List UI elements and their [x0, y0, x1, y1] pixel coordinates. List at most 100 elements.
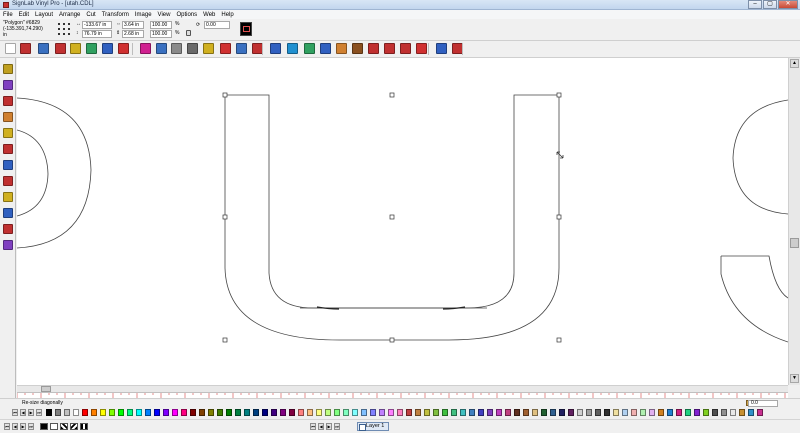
rotation-field[interactable]: 0.00: [204, 21, 230, 29]
color-swatch[interactable]: [505, 409, 511, 416]
left-tool-icon[interactable]: [3, 64, 13, 74]
color-swatch[interactable]: [64, 409, 70, 416]
minimize-button[interactable]: –: [748, 0, 762, 9]
color-swatch[interactable]: [379, 409, 385, 416]
lock-proportions-icon[interactable]: [186, 30, 191, 36]
color-swatch[interactable]: [118, 409, 124, 416]
toolbar-tool-icon[interactable]: [220, 43, 231, 54]
toolbar-tool-icon[interactable]: [140, 43, 151, 54]
left-tool-icon[interactable]: [3, 144, 13, 154]
scroll-up-arrow[interactable]: ▲: [790, 59, 799, 68]
color-swatch[interactable]: [568, 409, 574, 416]
color-swatch[interactable]: [640, 409, 646, 416]
color-swatch[interactable]: [280, 409, 286, 416]
color-swatch[interactable]: [694, 409, 700, 416]
color-swatch[interactable]: [82, 409, 88, 416]
toolbar-tool-icon[interactable]: [102, 43, 113, 54]
color-swatch[interactable]: [550, 409, 556, 416]
height-field[interactable]: 2.68 in: [122, 30, 144, 38]
color-swatch[interactable]: [433, 409, 439, 416]
menu-arrange[interactable]: Arrange: [59, 12, 80, 18]
palette-first-button[interactable]: ⏮: [12, 409, 18, 416]
color-swatch[interactable]: [577, 409, 583, 416]
toolbar-tool-icon[interactable]: [70, 43, 81, 54]
toolbar-tool-icon[interactable]: [400, 43, 411, 54]
color-swatch[interactable]: [343, 409, 349, 416]
menu-layout[interactable]: Layout: [35, 12, 53, 18]
anchor-point-grid[interactable]: [56, 21, 72, 37]
toolbar-tool-icon[interactable]: [416, 43, 427, 54]
left-tool-icon[interactable]: [3, 128, 13, 138]
color-swatch[interactable]: [316, 409, 322, 416]
color-swatch[interactable]: [595, 409, 601, 416]
palette-prev-button[interactable]: ◀: [20, 409, 26, 416]
toolbar-tool-icon[interactable]: [55, 43, 66, 54]
color-swatch[interactable]: [523, 409, 529, 416]
color-swatch[interactable]: [451, 409, 457, 416]
left-tool-icon[interactable]: [3, 112, 13, 122]
toolbar-tool-icon[interactable]: [187, 43, 198, 54]
color-swatch[interactable]: [739, 409, 745, 416]
close-button[interactable]: ✕: [778, 0, 798, 9]
color-swatch[interactable]: [478, 409, 484, 416]
toolbar-tool-icon[interactable]: [38, 43, 49, 54]
color-swatch[interactable]: [235, 409, 241, 416]
color-swatch[interactable]: [262, 409, 268, 416]
left-tool-icon[interactable]: [3, 224, 13, 234]
toolbar-tool-icon[interactable]: [304, 43, 315, 54]
page-first-button[interactable]: ⏮: [4, 423, 10, 430]
toolbar-tool-icon[interactable]: [86, 43, 97, 54]
x-position-field[interactable]: -133.67 in: [82, 21, 112, 29]
menu-options[interactable]: Options: [176, 12, 197, 18]
toolbar-tool-icon[interactable]: [368, 43, 379, 54]
toolbar-tool-icon[interactable]: [156, 43, 167, 54]
color-swatch[interactable]: [532, 409, 538, 416]
color-swatch[interactable]: [136, 409, 142, 416]
color-swatch[interactable]: [730, 409, 736, 416]
color-swatch[interactable]: [406, 409, 412, 416]
color-swatch[interactable]: [91, 409, 97, 416]
color-swatch[interactable]: [217, 409, 223, 416]
color-swatch[interactable]: [604, 409, 610, 416]
color-swatch[interactable]: [181, 409, 187, 416]
vertical-scroll-thumb[interactable]: [790, 238, 799, 248]
left-tool-icon[interactable]: [3, 240, 13, 250]
color-swatch[interactable]: [289, 409, 295, 416]
color-swatch[interactable]: [460, 409, 466, 416]
color-swatch[interactable]: [73, 409, 79, 416]
palette-next-button[interactable]: ▶: [28, 409, 34, 416]
color-swatch[interactable]: [190, 409, 196, 416]
color-swatch[interactable]: [757, 409, 763, 416]
color-swatch[interactable]: [55, 409, 61, 416]
color-swatch[interactable]: [703, 409, 709, 416]
color-swatch[interactable]: [469, 409, 475, 416]
color-swatch[interactable]: [100, 409, 106, 416]
color-swatch[interactable]: [559, 409, 565, 416]
toolbar-tool-icon[interactable]: [320, 43, 331, 54]
pattern-swatch-a[interactable]: [60, 423, 68, 430]
color-swatch[interactable]: [388, 409, 394, 416]
color-swatch[interactable]: [163, 409, 169, 416]
selection-handles[interactable]: [222, 92, 562, 343]
color-swatch[interactable]: [649, 409, 655, 416]
toolbar-tool-icon[interactable]: [118, 43, 129, 54]
left-tool-icon[interactable]: [3, 208, 13, 218]
left-tool-icon[interactable]: [3, 80, 13, 90]
color-swatch[interactable]: [361, 409, 367, 416]
color-swatch[interactable]: [748, 409, 754, 416]
menu-view[interactable]: View: [158, 12, 171, 18]
color-swatch[interactable]: [208, 409, 214, 416]
page-prev-button[interactable]: ◀: [12, 423, 18, 430]
color-swatch[interactable]: [721, 409, 727, 416]
pattern-swatch-c[interactable]: [80, 423, 88, 430]
left-tool-icon[interactable]: [3, 160, 13, 170]
layer-prev-button[interactable]: ◀: [318, 423, 324, 430]
menu-image[interactable]: Image: [135, 12, 152, 18]
left-letter-shape[interactable]: [17, 97, 92, 249]
color-swatch[interactable]: [613, 409, 619, 416]
color-swatch[interactable]: [514, 409, 520, 416]
color-swatch[interactable]: [127, 409, 133, 416]
palette-last-button[interactable]: ⏭: [36, 409, 42, 416]
color-swatch[interactable]: [298, 409, 304, 416]
color-swatch[interactable]: [667, 409, 673, 416]
